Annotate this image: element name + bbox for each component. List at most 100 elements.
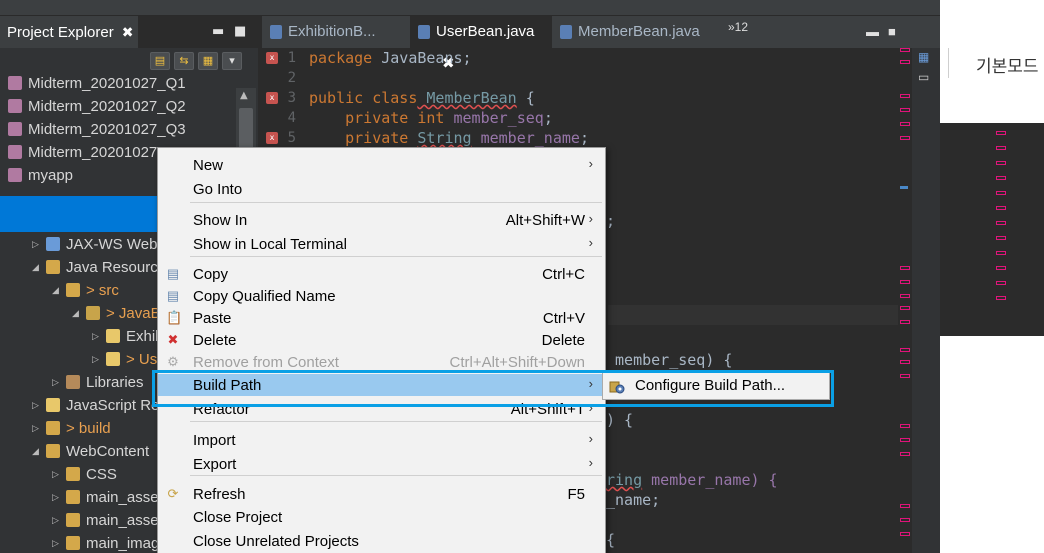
menu-item-label: Paste <box>193 310 232 327</box>
tab-exhibition-bean[interactable]: ExhibitionB... <box>262 16 410 48</box>
menu-item-close-unrelated-projects[interactable]: Close Unrelated Projects <box>158 530 605 552</box>
error-ruler-mark[interactable] <box>900 60 910 64</box>
error-ruler-mark[interactable] <box>900 266 910 270</box>
menu-item-new[interactable]: New › <box>158 154 605 176</box>
tab-label: ExhibitionB... <box>288 23 376 40</box>
panel-icon[interactable]: ▭ <box>918 70 929 84</box>
expand-arrow-icon[interactable]: ▷ <box>92 348 102 371</box>
overview-ruler[interactable] <box>898 48 912 553</box>
error-ruler-mark[interactable] <box>900 532 910 536</box>
error-ruler-mark[interactable] <box>900 360 910 364</box>
minimize-icon[interactable]: ▬ <box>212 24 224 39</box>
line-number: 4 <box>287 110 296 126</box>
tab-overflow-button[interactable]: »12 <box>728 20 748 34</box>
error-ruler-mark[interactable] <box>900 438 910 442</box>
error-ruler-mark[interactable] <box>900 294 910 298</box>
error-ruler-mark[interactable] <box>900 518 910 522</box>
code-fragment: ring member_name) { <box>606 471 778 489</box>
submenu-arrow-icon: › <box>588 235 593 250</box>
error-ruler-mark[interactable] <box>900 374 910 378</box>
menu-item-delete[interactable]: ✖ Delete Delete <box>158 329 605 351</box>
menu-item-import[interactable]: Import › <box>158 429 605 451</box>
java-file-icon <box>106 329 120 343</box>
expand-arrow-icon[interactable]: ◢ <box>32 256 42 279</box>
tree-item[interactable]: Midterm_20201027_Q1 <box>0 72 236 95</box>
view-menu-icon[interactable]: ▾ <box>222 52 242 70</box>
menu-item-refresh[interactable]: ⟳ Refresh F5 <box>158 483 605 505</box>
link-with-editor-icon[interactable]: ⇆ <box>174 52 194 70</box>
error-marker-icon[interactable]: x <box>266 52 278 64</box>
error-ruler-mark[interactable] <box>900 452 910 456</box>
scroll-up-icon[interactable]: ▲ <box>240 90 248 101</box>
java-resources-icon <box>46 260 60 274</box>
error-marker-icon[interactable]: x <box>266 92 278 104</box>
tab-project-explorer[interactable]: Project Explorer ✖ <box>0 16 138 48</box>
menu-item-close-project[interactable]: Close Project <box>158 506 605 528</box>
expand-arrow-icon[interactable]: ▷ <box>32 233 42 256</box>
maximize-icon[interactable]: ■ <box>234 24 246 39</box>
code-area[interactable]: package JavaBeans; public class MemberBe… <box>309 48 899 148</box>
expand-arrow-icon[interactable]: ▷ <box>52 486 62 509</box>
close-icon[interactable]: ✖ <box>122 24 134 41</box>
occurrence-ruler-mark[interactable] <box>900 186 908 189</box>
expand-arrow-icon[interactable]: ▷ <box>52 532 62 553</box>
code-fragment: ) { <box>606 411 634 429</box>
menu-item-go-into[interactable]: Go Into <box>158 178 605 200</box>
copy-qualified-name-icon: ▤ <box>166 288 180 303</box>
submenu-arrow-icon: › <box>588 156 593 171</box>
expand-arrow-icon[interactable]: ◢ <box>72 302 82 325</box>
tab-user-bean[interactable]: UserBean.java ✖ <box>410 16 552 72</box>
source-folder-icon <box>66 283 80 297</box>
error-ruler-mark[interactable] <box>900 108 910 112</box>
error-ruler-mark[interactable] <box>900 48 910 52</box>
collapse-all-icon[interactable]: ▤ <box>150 52 170 70</box>
folder-icon <box>66 467 80 481</box>
menu-item-show-in-local-terminal[interactable]: Show in Local Terminal › <box>158 233 605 255</box>
tree-item[interactable]: Midterm_20201027_Q3 <box>0 118 236 141</box>
error-ruler-mark[interactable] <box>900 306 910 310</box>
menu-item-export[interactable]: Export › <box>158 453 605 475</box>
line-number: x1 <box>262 48 302 68</box>
line-number: x5 <box>262 128 302 148</box>
outline-icon[interactable]: ▦ <box>918 50 929 64</box>
tree-item[interactable]: Midterm_20201027_Q2 <box>0 95 236 118</box>
error-ruler-mark[interactable] <box>900 94 910 98</box>
tab-member-bean[interactable]: MemberBean.java <box>552 16 722 48</box>
expand-arrow-icon[interactable]: ▷ <box>92 325 102 348</box>
error-ruler-mark[interactable] <box>900 136 910 140</box>
tab-label: UserBean.java <box>436 23 535 40</box>
expand-arrow-icon[interactable]: ▷ <box>32 417 42 440</box>
minimize-icon[interactable]: ▬ <box>866 24 879 39</box>
error-ruler-mark[interactable] <box>900 280 910 284</box>
tree-item-label: Midterm_20201027_Q2 <box>28 98 186 115</box>
menu-item-label: Show In <box>193 212 248 229</box>
menu-item-label: Close Unrelated Projects <box>193 533 359 550</box>
delete-icon: ✖ <box>167 332 179 347</box>
expand-arrow-icon[interactable]: ▷ <box>52 509 62 532</box>
menu-item-show-in[interactable]: Show In Alt+Shift+W › <box>158 209 605 231</box>
error-ruler-mark[interactable] <box>900 320 910 324</box>
error-ruler-mark[interactable] <box>900 424 910 428</box>
menu-item-paste[interactable]: 📋 Paste Ctrl+V <box>158 307 605 329</box>
package-icon <box>86 306 100 320</box>
menu-item-copy[interactable]: ▤ Copy Ctrl+C <box>158 263 605 285</box>
error-ruler-mark[interactable] <box>900 504 910 508</box>
filter-icon[interactable]: ▦ <box>198 52 218 70</box>
expand-arrow-icon[interactable]: ◢ <box>52 279 62 302</box>
expand-arrow-icon[interactable]: ▷ <box>52 463 62 486</box>
expand-arrow-icon[interactable]: ▷ <box>32 394 42 417</box>
tree-item-label: Libraries <box>86 374 144 391</box>
menu-item-label: Close Project <box>193 509 283 526</box>
expand-arrow-icon[interactable]: ◢ <box>32 440 42 463</box>
error-ruler-mark[interactable] <box>900 348 910 352</box>
selected-tree-item[interactable] <box>0 196 176 232</box>
maximize-icon[interactable]: ■ <box>888 24 896 39</box>
menu-item-copy-qualified-name[interactable]: ▤ Copy Qualified Name <box>158 285 605 307</box>
error-marker-icon[interactable]: x <box>266 132 278 144</box>
tree-item-label: WebContent <box>66 443 150 460</box>
tree-item-label: CSS <box>86 466 117 483</box>
project-error-icon <box>8 122 22 136</box>
expand-arrow-icon[interactable]: ▷ <box>52 371 62 394</box>
error-ruler-mark[interactable] <box>900 122 910 126</box>
